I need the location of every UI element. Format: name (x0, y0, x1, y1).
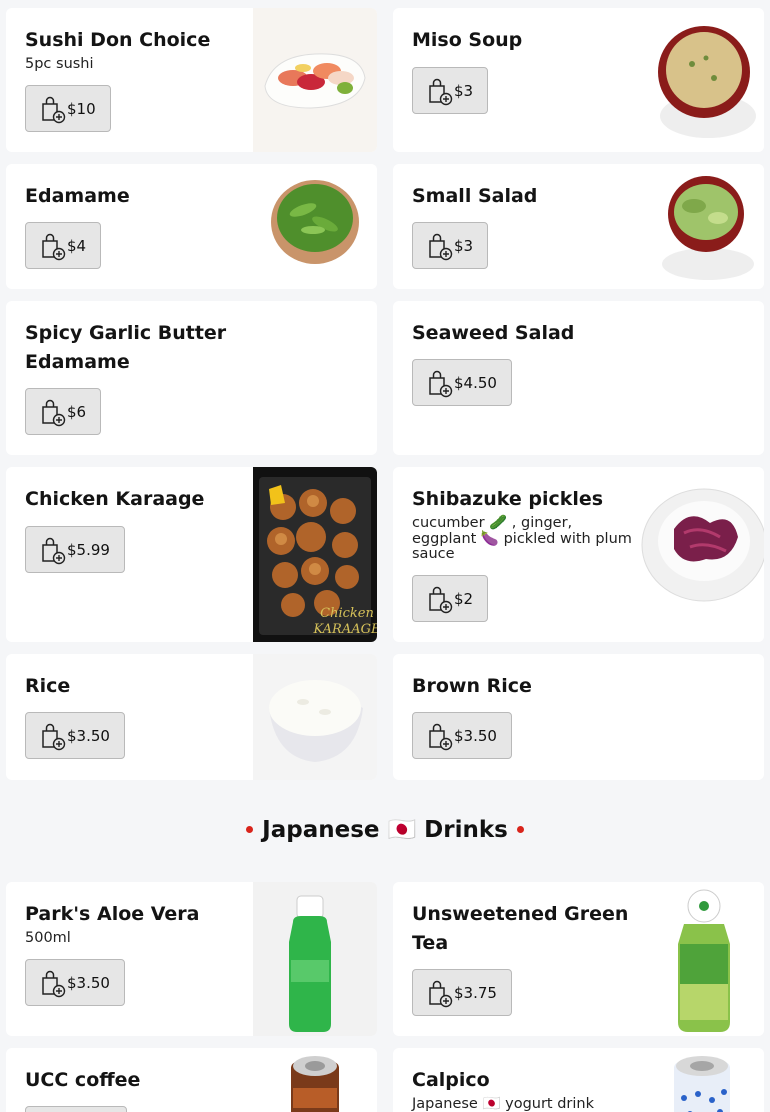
item-title: Chicken Karaage (25, 488, 205, 510)
menu-card-rice[interactable]: Rice $3.50 (6, 654, 377, 780)
add-to-cart-button[interactable]: $3 (412, 222, 489, 269)
item-title: Spicy Garlic Butter Edamame (25, 322, 227, 373)
shopping-bag-plus-icon (40, 397, 66, 427)
menu-card-chicken-karaage[interactable]: Chicken Karaage $5.99 Chicken KARAAGE (6, 467, 377, 642)
shopping-bag-plus-icon (40, 968, 66, 998)
price-label: $3.50 (67, 973, 110, 992)
add-to-cart-button[interactable]: $6 (25, 388, 102, 435)
item-title: Park's Aloe Vera (25, 903, 200, 925)
add-to-cart-button[interactable]: $3 (412, 67, 489, 114)
add-to-cart-button[interactable] (25, 1106, 127, 1112)
add-to-cart-button[interactable]: $2 (412, 575, 489, 622)
menu-card-spicy-garlic-butter-edamame[interactable]: Spicy Garlic Butter Edamame $6 (6, 301, 377, 455)
small-salad-image (640, 164, 764, 289)
shopping-bag-plus-icon (40, 94, 66, 124)
menu-card-aloe-vera[interactable]: Park's Aloe Vera 500ml $3.50 (6, 882, 377, 1036)
shopping-bag-plus-icon (427, 584, 453, 614)
section-dot-right (516, 826, 524, 833)
section-header-drinks: Japanese 🇯🇵 Drinks (0, 812, 770, 852)
item-title: Unsweetened Green Tea (412, 903, 629, 954)
menu-card-ucc-coffee[interactable]: UCC coffee (6, 1048, 377, 1112)
image-caption-line1: Chicken (320, 606, 374, 621)
menu-card-calpico[interactable]: Calpico Japanese 🇯🇵 yogurt drink (393, 1048, 764, 1112)
price-label: $6 (67, 402, 87, 421)
add-to-cart-button[interactable]: $4.50 (412, 359, 512, 406)
chicken-karaage-image: Chicken KARAAGE (253, 467, 377, 642)
aloe-vera-bottle-image (253, 882, 377, 1036)
price-label: $10 (67, 99, 96, 118)
shopping-bag-plus-icon (40, 231, 66, 261)
shopping-bag-plus-icon (427, 231, 453, 261)
price-label: $3 (454, 81, 474, 100)
shopping-bag-plus-icon (40, 535, 66, 565)
item-description: 500ml (25, 930, 71, 946)
item-title: Seaweed Salad (412, 322, 575, 344)
menu-card-seaweed-salad[interactable]: Seaweed Salad $4.50 (393, 301, 764, 455)
section-dot-left (246, 826, 254, 833)
item-title: Brown Rice (412, 675, 532, 697)
image-caption-line2: KARAAGE (312, 622, 377, 637)
price-label: $3.50 (454, 726, 497, 745)
add-to-cart-button[interactable]: $3.50 (25, 959, 125, 1006)
menu-card-sushi-don[interactable]: Sushi Don Choice 5pc sushi $10 (6, 8, 377, 152)
item-title: Calpico (412, 1069, 490, 1091)
item-title: Miso Soup (412, 29, 523, 51)
price-label: $3.75 (454, 983, 497, 1002)
shopping-bag-plus-icon (427, 368, 453, 398)
shopping-bag-plus-icon (40, 721, 66, 751)
price-label: $3.50 (67, 726, 110, 745)
sushi-don-image (253, 8, 377, 152)
item-description: Japanese 🇯🇵 yogurt drink (412, 1096, 594, 1112)
shibazuke-pickles-image (640, 467, 764, 642)
menu-card-brown-rice[interactable]: Brown Rice $3.50 (393, 654, 764, 780)
shopping-bag-plus-icon (427, 76, 453, 106)
add-to-cart-button[interactable]: $5.99 (25, 526, 125, 573)
item-title: Small Salad (412, 185, 538, 207)
ucc-coffee-can-image (253, 1048, 377, 1112)
price-label: $4.50 (454, 373, 497, 392)
menu-card-miso-soup[interactable]: Miso Soup $3 (393, 8, 764, 152)
edamame-image (253, 164, 377, 289)
shopping-bag-plus-icon (427, 978, 453, 1008)
price-label: $5.99 (67, 540, 110, 559)
item-description: cucumber 🥒 , ginger, eggplant 🍆 pickled … (412, 515, 632, 562)
menu-card-edamame[interactable]: Edamame $4 (6, 164, 377, 289)
menu-card-shibazuke-pickles[interactable]: Shibazuke pickles cucumber 🥒 , ginger, e… (393, 467, 764, 642)
add-to-cart-button[interactable]: $3.50 (412, 712, 512, 759)
price-label: $4 (67, 236, 87, 255)
item-title: Sushi Don Choice (25, 29, 211, 51)
miso-soup-image (640, 8, 764, 152)
menu-card-unsweetened-green-tea[interactable]: Unsweetened Green Tea $3.75 (393, 882, 764, 1036)
add-to-cart-button[interactable]: $3.50 (25, 712, 125, 759)
item-title: Edamame (25, 185, 130, 207)
add-to-cart-button[interactable]: $4 (25, 222, 102, 269)
food-menu-grid: Sushi Don Choice 5pc sushi $10 Miso Soup… (6, 8, 764, 780)
green-tea-bottle-image (640, 882, 764, 1036)
price-label: $3 (454, 236, 474, 255)
menu-card-small-salad[interactable]: Small Salad $3 (393, 164, 764, 289)
calpico-can-image (640, 1048, 764, 1112)
add-to-cart-button[interactable]: $3.75 (412, 969, 512, 1016)
drinks-menu-grid: Park's Aloe Vera 500ml $3.50 Unsweetened… (6, 882, 764, 1112)
item-title: Shibazuke pickles (412, 488, 604, 510)
add-to-cart-button[interactable]: $10 (25, 85, 111, 132)
price-label: $2 (454, 589, 474, 608)
shopping-bag-plus-icon (427, 721, 453, 751)
rice-image (253, 654, 377, 780)
section-title: Japanese 🇯🇵 Drinks (262, 817, 508, 843)
item-description: 5pc sushi (25, 56, 94, 72)
item-title: UCC coffee (25, 1069, 141, 1091)
item-title: Rice (25, 675, 71, 697)
